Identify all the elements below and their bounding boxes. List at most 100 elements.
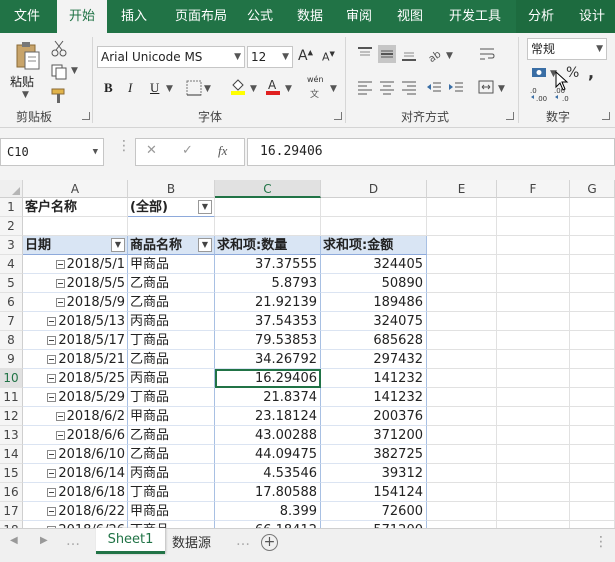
product-cell[interactable]: 乙商品 bbox=[128, 293, 215, 312]
collapse-icon[interactable] bbox=[47, 450, 57, 459]
filter-dropdown-icon[interactable]: ▼ bbox=[198, 238, 212, 252]
qty-cell[interactable]: 21.92139 bbox=[215, 293, 321, 312]
row-header[interactable]: 1 bbox=[0, 198, 23, 217]
cancel-icon[interactable]: ✕ bbox=[146, 143, 157, 158]
clipboard-launcher-icon[interactable] bbox=[82, 112, 90, 120]
cell[interactable] bbox=[570, 255, 615, 274]
merge-dropdown-arrow[interactable]: ▼ bbox=[498, 84, 505, 94]
cell[interactable] bbox=[427, 293, 497, 312]
borders-dropdown-arrow[interactable]: ▼ bbox=[204, 84, 211, 94]
cell[interactable] bbox=[497, 274, 570, 293]
cell[interactable] bbox=[321, 217, 427, 236]
cell[interactable] bbox=[497, 198, 570, 217]
cell[interactable] bbox=[427, 255, 497, 274]
cut-icon[interactable] bbox=[50, 39, 68, 57]
row-header[interactable]: 8 bbox=[0, 331, 23, 350]
qty-cell[interactable]: 17.80588 bbox=[215, 483, 321, 502]
cell[interactable] bbox=[427, 312, 497, 331]
date-cell[interactable]: 2018/5/21 bbox=[23, 350, 128, 369]
align-right-icon[interactable] bbox=[400, 78, 418, 96]
date-cell[interactable]: 2018/6/22 bbox=[23, 502, 128, 521]
qty-cell[interactable]: 8.399 bbox=[215, 502, 321, 521]
pivot-header-date[interactable]: 日期 ▼ bbox=[23, 236, 128, 255]
amount-cell[interactable]: 154124 bbox=[321, 483, 427, 502]
collapse-icon[interactable] bbox=[55, 412, 65, 421]
collapse-icon[interactable] bbox=[47, 317, 57, 326]
cell[interactable] bbox=[570, 274, 615, 293]
column-header-e[interactable]: E bbox=[427, 180, 497, 198]
qty-cell[interactable]: 5.8793 bbox=[215, 274, 321, 293]
qty-cell[interactable]: 79.53853 bbox=[215, 331, 321, 350]
fill-color-dropdown-arrow[interactable]: ▼ bbox=[250, 84, 257, 94]
date-cell[interactable]: 2018/5/9 bbox=[23, 293, 128, 312]
cell[interactable] bbox=[427, 502, 497, 521]
column-header-g[interactable]: G bbox=[570, 180, 615, 198]
collapse-icon[interactable] bbox=[55, 260, 65, 269]
copy-icon[interactable] bbox=[50, 63, 68, 81]
tab-more-icon[interactable]: … bbox=[236, 533, 250, 549]
worksheet-grid[interactable]: A B C D E F G 1 客户名称 (全部) ▼ 2 3 日期 ▼ 商品名称 ▼… bbox=[0, 180, 615, 528]
date-cell[interactable]: 2018/6/14 bbox=[23, 464, 128, 483]
decrease-indent-icon[interactable] bbox=[425, 78, 443, 96]
date-cell[interactable]: 2018/5/1 bbox=[23, 255, 128, 274]
collapse-icon[interactable] bbox=[47, 374, 57, 383]
cell[interactable] bbox=[497, 483, 570, 502]
row-header[interactable]: 16 bbox=[0, 483, 23, 502]
cell[interactable] bbox=[427, 331, 497, 350]
amount-cell[interactable]: 297432 bbox=[321, 350, 427, 369]
cell[interactable] bbox=[427, 217, 497, 236]
font-size-select[interactable]: 12 ▼ bbox=[247, 46, 293, 68]
orientation-icon[interactable]: ab bbox=[426, 45, 444, 63]
cell[interactable] bbox=[497, 388, 570, 407]
qty-cell-selected[interactable]: 16.29406 bbox=[215, 369, 321, 388]
cell[interactable] bbox=[497, 464, 570, 483]
qty-cell[interactable]: 37.54353 bbox=[215, 312, 321, 331]
cell[interactable] bbox=[497, 236, 570, 255]
tab-data[interactable]: 数据 bbox=[292, 0, 328, 33]
formula-input[interactable]: 16.29406 bbox=[247, 138, 615, 166]
cell[interactable] bbox=[427, 521, 497, 528]
add-sheet-button[interactable]: + bbox=[261, 534, 278, 551]
collapse-icon[interactable] bbox=[47, 488, 57, 497]
cell[interactable] bbox=[427, 198, 497, 217]
align-top-icon[interactable] bbox=[356, 45, 374, 63]
cell[interactable] bbox=[570, 521, 615, 528]
increase-decimal-icon[interactable]: .0.00 bbox=[530, 85, 548, 103]
row-header[interactable]: 13 bbox=[0, 426, 23, 445]
scroll-tabs-right-icon[interactable]: ▶ bbox=[40, 535, 48, 546]
cell[interactable] bbox=[497, 350, 570, 369]
date-cell[interactable]: 2018/5/17 bbox=[23, 331, 128, 350]
phonetic-guide-button[interactable]: wén bbox=[307, 75, 324, 84]
amount-cell[interactable]: 371200 bbox=[321, 426, 427, 445]
cell[interactable] bbox=[497, 502, 570, 521]
enter-check-icon[interactable]: ✓ bbox=[182, 143, 193, 158]
pivot-header-qty[interactable]: 求和项:数量 bbox=[215, 236, 321, 255]
product-cell[interactable]: 丁商品 bbox=[128, 521, 215, 528]
qty-cell[interactable]: 44.09475 bbox=[215, 445, 321, 464]
amount-cell[interactable]: 39312 bbox=[321, 464, 427, 483]
product-cell[interactable]: 丁商品 bbox=[128, 483, 215, 502]
column-header-a[interactable]: A bbox=[23, 180, 128, 198]
date-cell[interactable]: 2018/5/13 bbox=[23, 312, 128, 331]
cell[interactable] bbox=[497, 369, 570, 388]
collapse-icon[interactable] bbox=[55, 298, 65, 307]
merge-center-icon[interactable] bbox=[477, 78, 495, 96]
cell[interactable] bbox=[570, 426, 615, 445]
scroll-tabs-left-icon[interactable]: ◀ bbox=[10, 535, 18, 546]
date-cell[interactable]: 2018/5/5 bbox=[23, 274, 128, 293]
comma-style-icon[interactable]: , bbox=[588, 63, 594, 82]
accounting-format-icon[interactable] bbox=[530, 64, 548, 82]
amount-cell[interactable]: 382725 bbox=[321, 445, 427, 464]
increase-font-icon[interactable]: A▲ bbox=[298, 48, 313, 64]
orientation-dropdown-arrow[interactable]: ▼ bbox=[446, 51, 453, 61]
tab-view[interactable]: 视图 bbox=[392, 0, 428, 33]
cell[interactable] bbox=[23, 217, 128, 236]
font-color-icon[interactable]: A bbox=[264, 77, 282, 95]
qty-cell[interactable]: 21.8374 bbox=[215, 388, 321, 407]
sheet-tab-sheet1[interactable]: Sheet1 bbox=[96, 528, 165, 554]
cell[interactable] bbox=[570, 350, 615, 369]
row-header[interactable]: 14 bbox=[0, 445, 23, 464]
product-cell[interactable]: 甲商品 bbox=[128, 502, 215, 521]
tab-developer[interactable]: 开发工具 bbox=[443, 0, 507, 33]
product-cell[interactable]: 丙商品 bbox=[128, 369, 215, 388]
